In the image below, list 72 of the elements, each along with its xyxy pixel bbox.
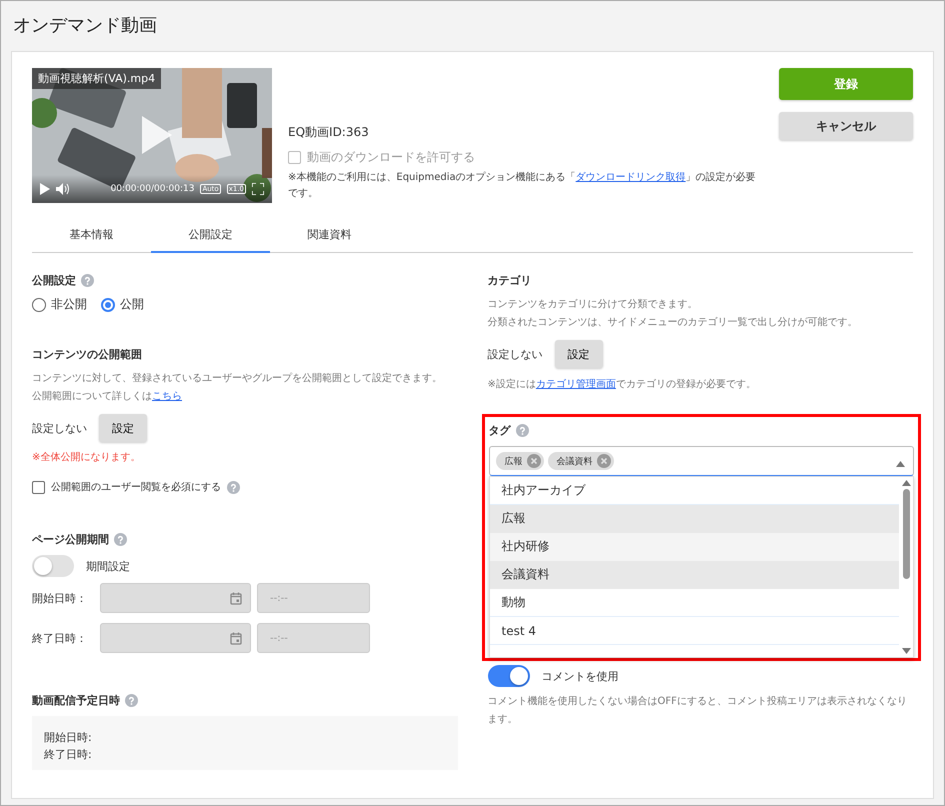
set-button[interactable]: 設定 — [554, 340, 602, 368]
tag-option[interactable]: 社内アーカイブ — [490, 477, 899, 505]
section-title: 動画配信予定日時 — [32, 693, 120, 708]
checkbox-label: 動画のダウンロードを許可する — [307, 149, 475, 166]
date-field[interactable] — [100, 623, 251, 653]
scrollbar-thumb[interactable] — [902, 489, 910, 579]
date-field[interactable] — [100, 583, 251, 613]
tag-option[interactable]: 動物 — [490, 589, 899, 617]
video-time: 00:00:00/00:00:13 — [110, 184, 194, 194]
tag-option[interactable]: test 4 — [490, 617, 899, 645]
checkbox[interactable] — [288, 151, 301, 164]
help-icon[interactable] — [227, 480, 240, 494]
video-title: 動画視聴解析(VA).mp4 — [32, 68, 162, 89]
scope-description: コンテンツに対して、登録されているユーザーやグループを公開範囲として設定できます。 — [32, 372, 443, 386]
scope-value: 設定しない — [32, 420, 87, 436]
date-label: 開始日時： — [32, 590, 88, 606]
radio-button[interactable] — [32, 298, 46, 312]
remove-icon[interactable] — [526, 454, 540, 468]
tab[interactable]: 関連資料 — [270, 217, 389, 253]
fullscreen-icon[interactable] — [252, 183, 264, 195]
play-icon[interactable] — [40, 183, 50, 195]
tag-select[interactable]: 広報 会議資料 — [488, 446, 914, 476]
tag-chip-label: 広報 — [504, 456, 522, 468]
radio-label: 非公開 — [51, 296, 87, 313]
category-description: コンテンツをカテゴリに分けて分類できます。 — [488, 298, 698, 312]
comment-description: コメント機能を使用したくない場合はOFFにすると、コメント投稿エリアは表示されなくなります。 — [488, 694, 908, 727]
details-link[interactable]: こちら — [152, 391, 182, 402]
video-id: EQ動画ID:363 — [288, 124, 370, 141]
category-note: ※設定にはカテゴリ管理画面でカテゴリの登録が必要です。 — [488, 378, 757, 392]
download-link[interactable]: ダウンロードリンク取得 — [576, 172, 686, 183]
calendar-icon[interactable] — [230, 632, 242, 644]
tag-option[interactable]: 会議資料 — [490, 561, 899, 589]
category-admin-link[interactable]: カテゴリ管理画面 — [536, 379, 616, 390]
toggle-switch[interactable] — [488, 665, 530, 687]
checkbox-label: 公開範囲のユーザー閲覧を必須にする — [51, 480, 221, 494]
schedule-line: 開始日時: — [44, 730, 93, 745]
scroll-up-icon[interactable] — [902, 480, 910, 486]
section-title: ページ公開期間 — [32, 532, 109, 547]
help-icon[interactable] — [516, 424, 528, 437]
category-description: 分類されたコンテンツは、サイドメニューのカテゴリ一覧で出し分けが可能です。 — [488, 316, 858, 330]
help-icon[interactable] — [81, 274, 94, 287]
tag-option[interactable]: 社内研修 — [490, 533, 899, 561]
set-button[interactable]: 設定 — [99, 414, 147, 442]
radio-label: 公開 — [120, 296, 144, 313]
checkbox[interactable] — [32, 480, 45, 494]
toggle-label: コメントを使用 — [542, 668, 618, 684]
radio-button[interactable] — [101, 298, 115, 312]
schedule-line: 終了日時: — [44, 747, 93, 762]
cancel-button[interactable]: キャンセル — [779, 112, 913, 140]
tag-option[interactable]: 広報 — [490, 505, 899, 533]
download-note: ※本機能のご利用には、Equipmediaのオプション機能にある「ダウンロードリンク取得」の設定が必要です。 — [288, 170, 757, 201]
section-title: コンテンツの公開範囲 — [32, 347, 142, 362]
caret-icon[interactable] — [896, 460, 905, 466]
section-title: タグ — [488, 423, 510, 438]
warning-text: ※全体公開になります。 — [32, 451, 142, 464]
toggle-switch[interactable] — [32, 555, 74, 577]
volume-icon[interactable] — [56, 183, 70, 195]
help-icon[interactable] — [125, 694, 138, 707]
tab[interactable]: 公開設定 — [151, 217, 270, 253]
tag-chip-label: 会議資料 — [556, 456, 592, 468]
calendar-icon[interactable] — [230, 592, 242, 604]
date-label: 終了日時： — [32, 630, 88, 646]
tab[interactable]: 基本情報 — [32, 217, 151, 253]
toggle-label: 期間設定 — [86, 558, 130, 574]
category-value: 設定しない — [488, 346, 542, 362]
section-title: 公開設定 — [32, 273, 76, 288]
page-title: オンデマンド動画 — [12, 14, 158, 38]
help-icon[interactable] — [114, 533, 127, 546]
scope-more-text: 公開範囲について詳しくはこちら — [32, 390, 183, 404]
section-title: カテゴリ — [488, 273, 532, 288]
scroll-down-icon[interactable] — [902, 648, 910, 654]
remove-icon[interactable] — [596, 454, 610, 468]
